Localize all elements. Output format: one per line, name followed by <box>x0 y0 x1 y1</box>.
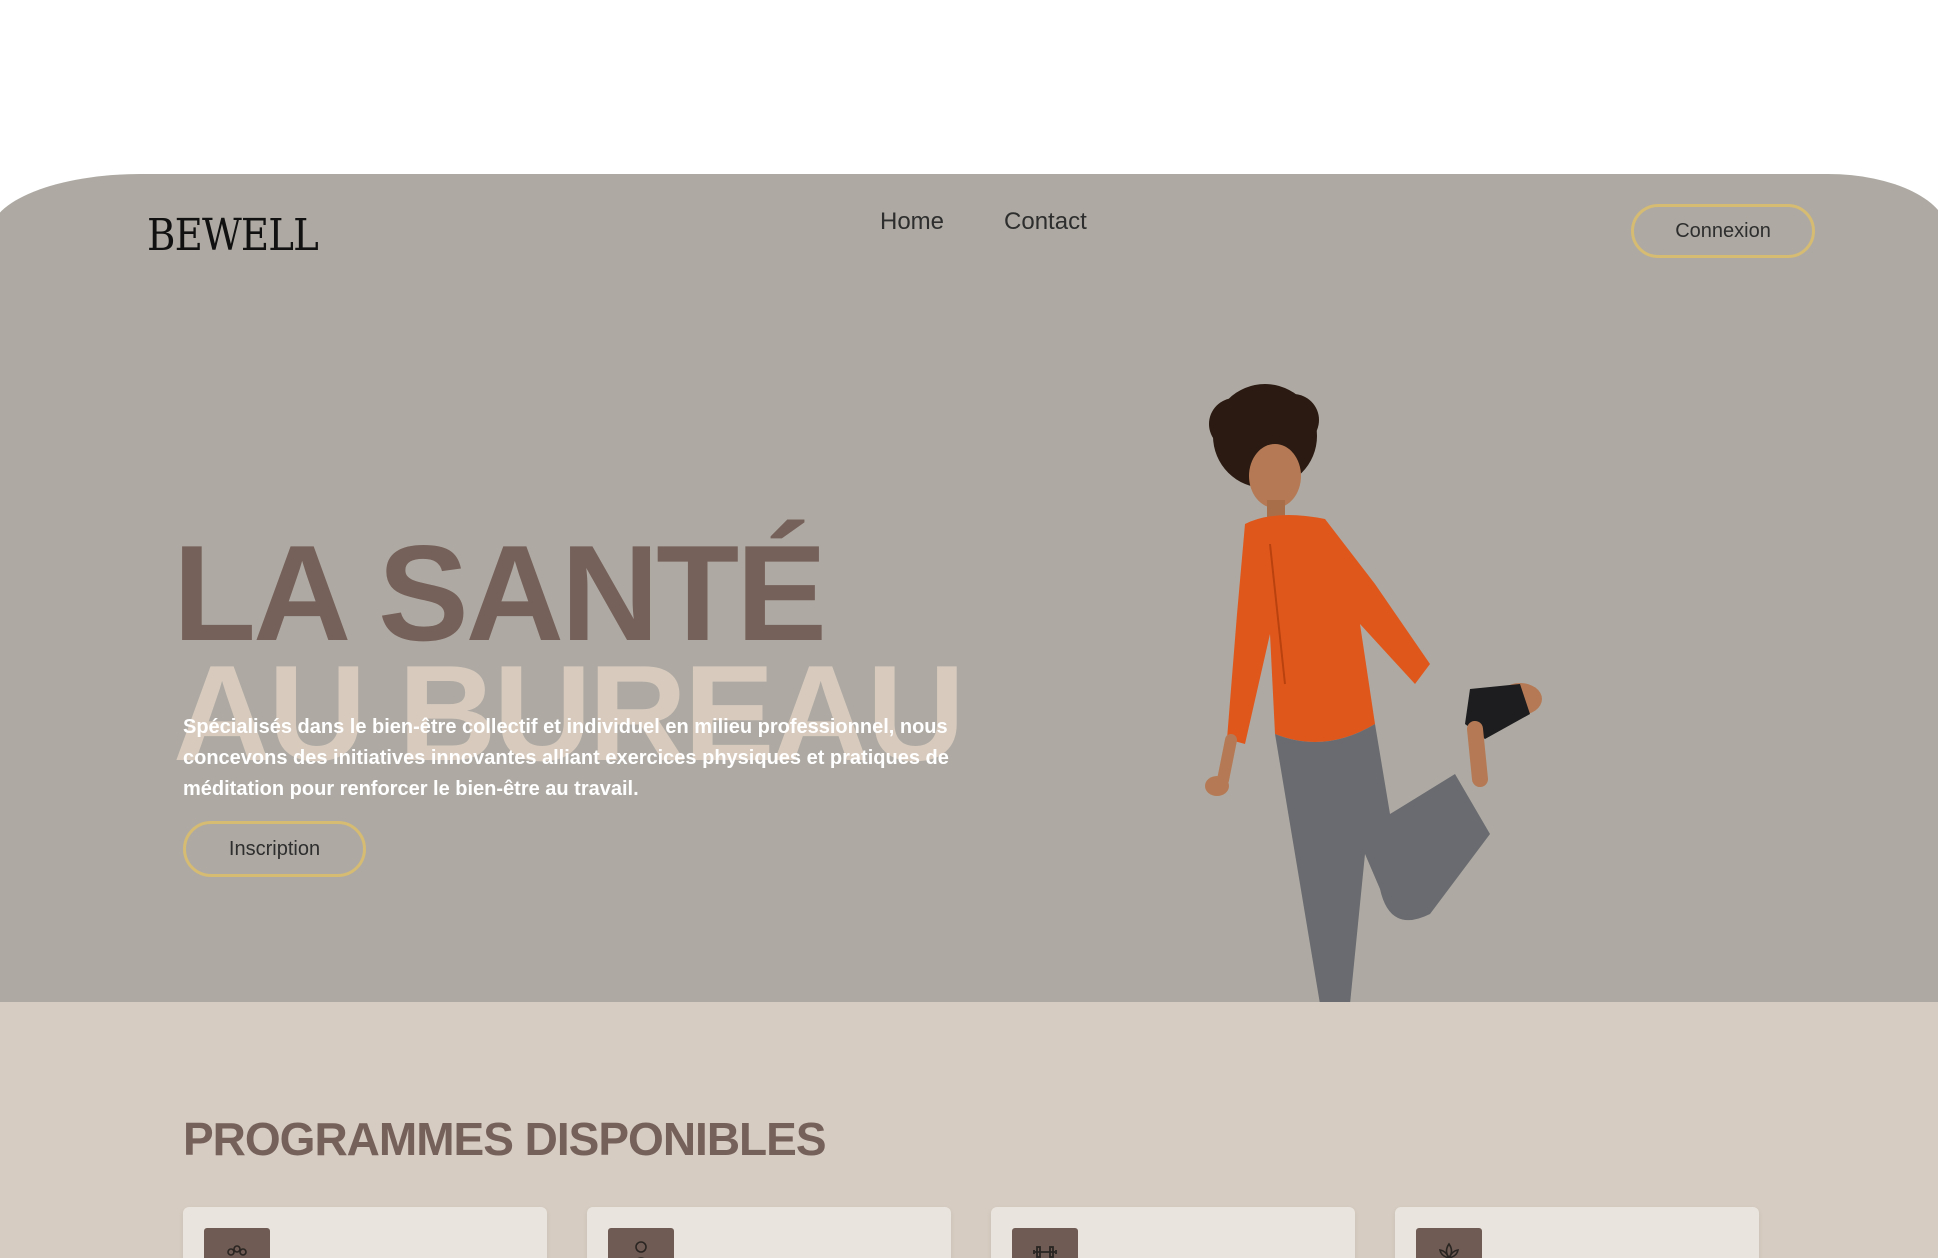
brand-logo[interactable]: BEWELL <box>147 214 319 258</box>
dumbbell-icon <box>1012 1228 1078 1258</box>
programs-section: PROGRAMMES DISPONIBLES <box>0 1002 1938 1258</box>
nav-link-home[interactable]: Home <box>880 208 944 236</box>
program-cards <box>183 1207 1759 1258</box>
woman-stretching-photo <box>1205 384 1542 1002</box>
program-card[interactable] <box>183 1207 547 1258</box>
signup-button[interactable]: Inscription <box>183 821 366 877</box>
program-card[interactable] <box>587 1207 951 1258</box>
page: BEWELL Home Contact Connexion LA SANTÉ A… <box>0 0 1938 1258</box>
hero-section: BEWELL Home Contact Connexion LA SANTÉ A… <box>0 174 1938 1002</box>
main-nav: Home Contact <box>880 208 1087 236</box>
hero-description: Spécialisés dans le bien-être collectif … <box>183 716 949 800</box>
nav-link-contact[interactable]: Contact <box>1004 208 1087 236</box>
login-button[interactable]: Connexion <box>1631 204 1815 258</box>
programs-title: PROGRAMMES DISPONIBLES <box>183 1113 827 1166</box>
lotus-icon <box>1416 1228 1482 1258</box>
program-card[interactable] <box>991 1207 1355 1258</box>
program-card[interactable] <box>1395 1207 1759 1258</box>
person-icon <box>608 1228 674 1258</box>
group-icon <box>204 1228 270 1258</box>
